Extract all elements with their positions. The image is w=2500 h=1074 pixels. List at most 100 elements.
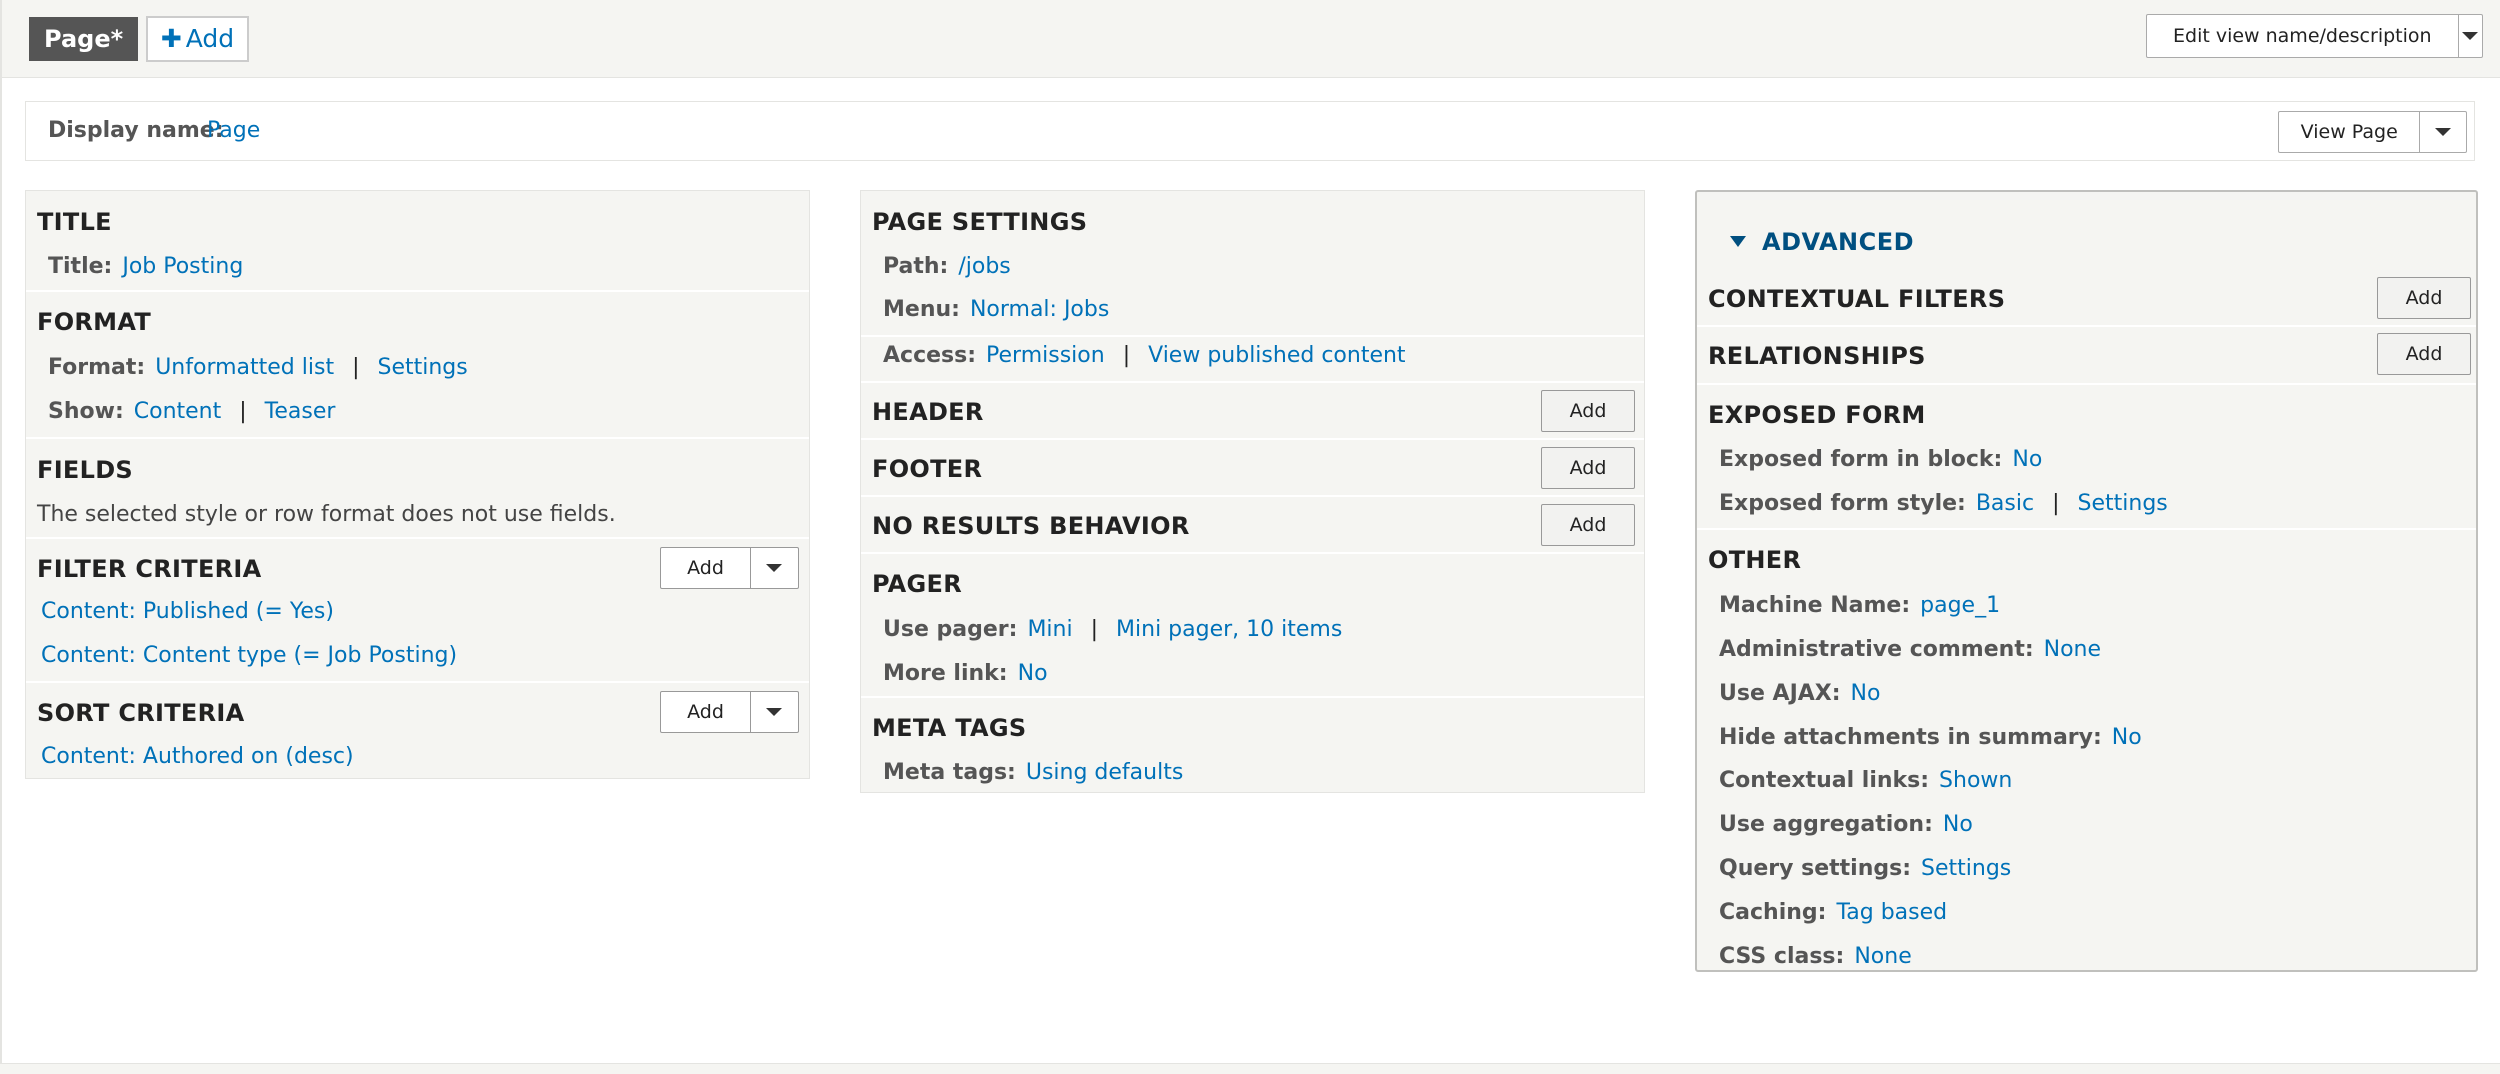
format-label: Format: — [48, 355, 146, 380]
section-relationships-heading: RELATIONSHIPS — [1708, 342, 1926, 370]
section-pager: PAGER Use pager: Mini | Mini pager, 10 item… — [861, 554, 1644, 698]
exposed-block-value-link[interactable]: No — [2012, 447, 2042, 472]
more-link-value-link[interactable]: No — [1018, 661, 1048, 686]
edit-view-dropbutton: Edit view name/description — [2146, 14, 2483, 58]
filter-add-button[interactable]: Add — [661, 548, 751, 588]
view-page-dropdown-toggle[interactable] — [2420, 112, 2466, 152]
show-label: Show: — [48, 399, 124, 424]
path-value-link[interactable]: /jobs — [958, 254, 1010, 279]
add-display-button[interactable]: ✚ Add — [146, 16, 249, 62]
access-settings-link[interactable]: View published content — [1148, 343, 1405, 368]
sort-dropdown-toggle[interactable] — [751, 692, 797, 732]
exposed-style-value-link[interactable]: Basic — [1976, 491, 2034, 516]
section-meta-tags: META TAGS Meta tags: Using defaults — [861, 698, 1644, 794]
other-row-label: Query settings: — [1719, 856, 1912, 881]
meta-tags-value-link[interactable]: Using defaults — [1026, 760, 1183, 785]
hide-attachments-link[interactable]: No — [2112, 725, 2142, 750]
more-link-row: More link: No — [883, 661, 1048, 686]
other-row-label: Use AJAX: — [1719, 681, 1841, 706]
caching-link[interactable]: Tag based — [1836, 900, 1947, 925]
section-no-results: NO RESULTS BEHAVIOR Add — [861, 497, 1644, 554]
sort-authored-link[interactable]: Content: Authored on (desc) — [41, 744, 354, 769]
caret-down-icon — [766, 564, 782, 572]
other-row-label: Use aggregation: — [1719, 812, 1933, 837]
access-row: Access: Permission | View published content — [883, 343, 1406, 368]
other-row: Caching: Tag based — [1719, 900, 1947, 925]
other-row-label: Machine Name: — [1719, 593, 1911, 618]
section-sort-criteria: SORT CRITERIA Add Content: Authored on (… — [26, 683, 809, 780]
sort-item: Content: Authored on (desc) — [41, 744, 354, 769]
advanced-label: ADVANCED — [1762, 228, 1915, 256]
separator: | — [352, 355, 360, 380]
format-settings-link[interactable]: Settings — [378, 355, 468, 380]
separator: | — [2052, 491, 2060, 516]
edit-view-name-button[interactable]: Edit view name/description — [2147, 15, 2459, 57]
css-class-link[interactable]: None — [1854, 944, 1911, 969]
section-page-settings-heading: PAGE SETTINGS — [872, 208, 1088, 236]
tab-page[interactable]: Page* — [29, 17, 139, 61]
sort-add-dropbutton: Add — [660, 691, 799, 733]
show-value-link[interactable]: Content — [134, 399, 222, 424]
page-footer-strip — [0, 1063, 2500, 1074]
view-page-button[interactable]: View Page — [2279, 112, 2421, 152]
section-no-results-heading: NO RESULTS BEHAVIOR — [872, 512, 1190, 540]
advanced-toggle[interactable]: ADVANCED — [1730, 228, 1914, 256]
contextual-links-link[interactable]: Shown — [1939, 768, 2012, 793]
section-filter-heading: FILTER CRITERIA — [37, 555, 262, 583]
title-value-link[interactable]: Job Posting — [122, 254, 243, 279]
edit-view-dropdown-toggle[interactable] — [2459, 15, 2482, 57]
separator: | — [239, 399, 247, 424]
section-header: HEADER Add — [861, 383, 1644, 440]
section-exposed-form: EXPOSED FORM Exposed form in block: No Ex… — [1697, 385, 2476, 530]
title-label: Title: — [48, 254, 113, 279]
header-add-button[interactable]: Add — [1541, 390, 1635, 432]
other-row: Use AJAX: No — [1719, 681, 1880, 706]
fields-note: The selected style or row format does no… — [37, 502, 616, 527]
path-label: Path: — [883, 254, 949, 279]
display-name-link[interactable]: Page — [207, 118, 260, 143]
use-aggregation-link[interactable]: No — [1943, 812, 1973, 837]
footer-add-button[interactable]: Add — [1541, 447, 1635, 489]
view-page-dropbutton: View Page — [2278, 111, 2467, 153]
use-ajax-link[interactable]: No — [1851, 681, 1881, 706]
machine-name-link[interactable]: page_1 — [1920, 593, 2000, 618]
exposed-style-row: Exposed form style: Basic | Settings — [1719, 491, 2168, 516]
triangle-down-icon — [1730, 236, 1746, 247]
section-other: OTHER Machine Name: page_1 Administrative… — [1697, 530, 2476, 970]
exposed-block-label: Exposed form in block: — [1719, 447, 2003, 472]
other-row-label: CSS class: — [1719, 944, 1845, 969]
section-format-heading: FORMAT — [37, 308, 152, 336]
other-row: Machine Name: page_1 — [1719, 593, 2000, 618]
format-value-link[interactable]: Unformatted list — [155, 355, 334, 380]
display-name-label: Display name: — [48, 118, 224, 143]
use-pager-label: Use pager: — [883, 617, 1018, 642]
contextual-add-button[interactable]: Add — [2377, 277, 2471, 319]
menu-value-link[interactable]: Normal: Jobs — [970, 297, 1109, 322]
query-settings-link[interactable]: Settings — [1921, 856, 2011, 881]
admin-comment-link[interactable]: None — [2044, 637, 2101, 662]
other-row: CSS class: None — [1719, 944, 1912, 969]
filter-dropdown-toggle[interactable] — [751, 548, 797, 588]
other-row: Hide attachments in summary: No — [1719, 725, 2142, 750]
filter-content-type-link[interactable]: Content: Content type (= Job Posting) — [41, 643, 457, 668]
add-display-label: Add — [185, 24, 235, 53]
other-row-label: Caching: — [1719, 900, 1827, 925]
section-other-heading: OTHER — [1708, 546, 1802, 574]
sort-add-button[interactable]: Add — [661, 692, 751, 732]
section-fields: FIELDS The selected style or row format … — [26, 439, 809, 539]
section-pager-heading: PAGER — [872, 570, 963, 598]
no-results-add-button[interactable]: Add — [1541, 504, 1635, 546]
access-value-link[interactable]: Permission — [986, 343, 1105, 368]
pager-settings-link[interactable]: Mini pager, 10 items — [1116, 617, 1342, 642]
caret-down-icon — [2462, 32, 2479, 40]
relationships-add-button[interactable]: Add — [2377, 333, 2471, 375]
exposed-style-settings-link[interactable]: Settings — [2078, 491, 2168, 516]
filter-published-link[interactable]: Content: Published (= Yes) — [41, 599, 334, 624]
use-pager-value-link[interactable]: Mini — [1027, 617, 1072, 642]
column-second: PAGE SETTINGS Path: /jobs Menu: Normal: Jo… — [860, 190, 1645, 793]
format-row: Format: Unformatted list | Settings — [48, 355, 468, 380]
section-contextual-heading: CONTEXTUAL FILTERS — [1708, 285, 2006, 313]
section-access: Access: Permission | View published content — [861, 337, 1644, 383]
column-third-advanced: ADVANCED CONTEXTUAL FILTERS Add RELATION… — [1695, 190, 2478, 972]
show-settings-link[interactable]: Teaser — [265, 399, 336, 424]
